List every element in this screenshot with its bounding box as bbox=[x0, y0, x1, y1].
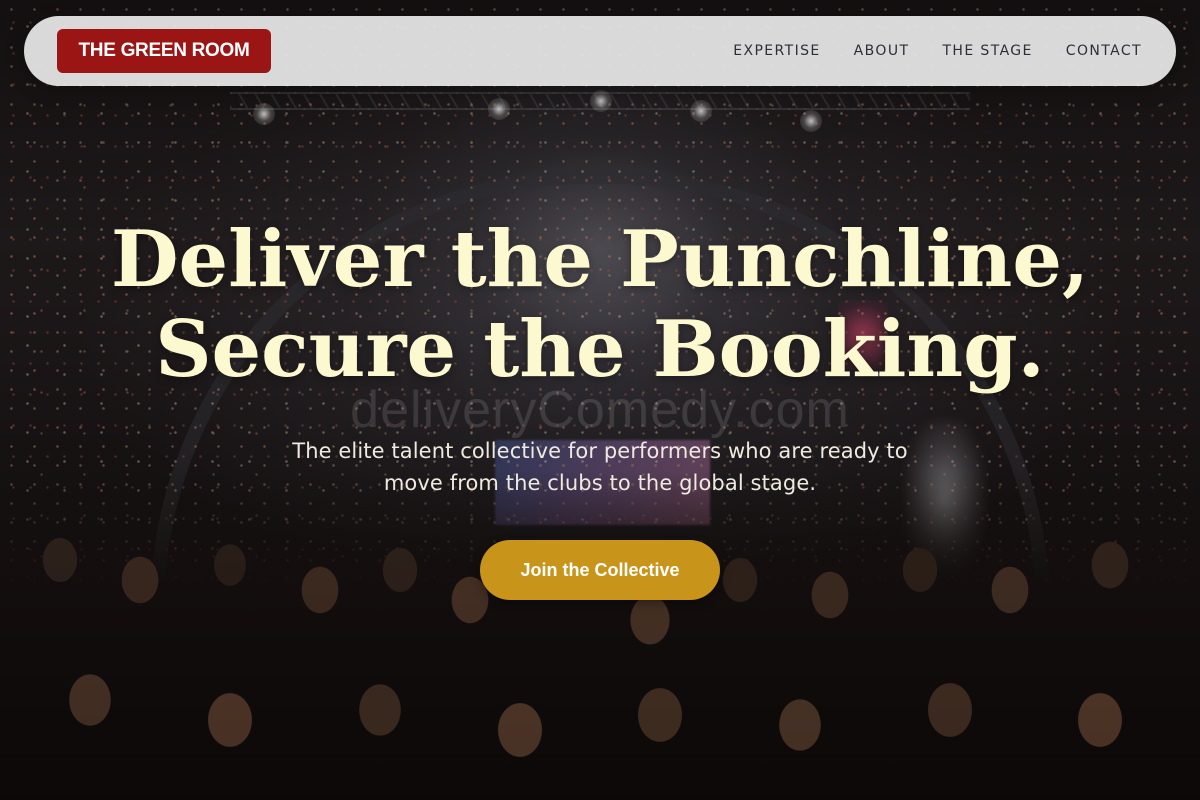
nav-links: EXPERTISE ABOUT THE STAGE CONTACT bbox=[733, 43, 1142, 59]
hero-title: Deliver the Punchline, Secure the Bookin… bbox=[0, 215, 1200, 395]
hero-subtitle: The elite talent collective for performe… bbox=[292, 439, 908, 495]
nav-link-the-stage[interactable]: THE STAGE bbox=[942, 43, 1032, 59]
navbar: THE GREEN ROOM EXPERTISE ABOUT THE STAGE… bbox=[24, 16, 1176, 86]
nav-link-contact[interactable]: CONTACT bbox=[1066, 43, 1142, 59]
nav-link-about[interactable]: ABOUT bbox=[854, 43, 910, 59]
nav-link-expertise[interactable]: EXPERTISE bbox=[733, 43, 820, 59]
hero-title-line-1: Deliver the Punchline, bbox=[110, 214, 1090, 305]
brand-logo-button[interactable]: THE GREEN ROOM bbox=[57, 29, 271, 73]
hero-title-line-2: Secure the Booking. bbox=[155, 304, 1045, 395]
join-collective-button[interactable]: Join the Collective bbox=[480, 540, 720, 600]
hero-section: Deliver the Punchline, Secure the Bookin… bbox=[0, 215, 1200, 600]
